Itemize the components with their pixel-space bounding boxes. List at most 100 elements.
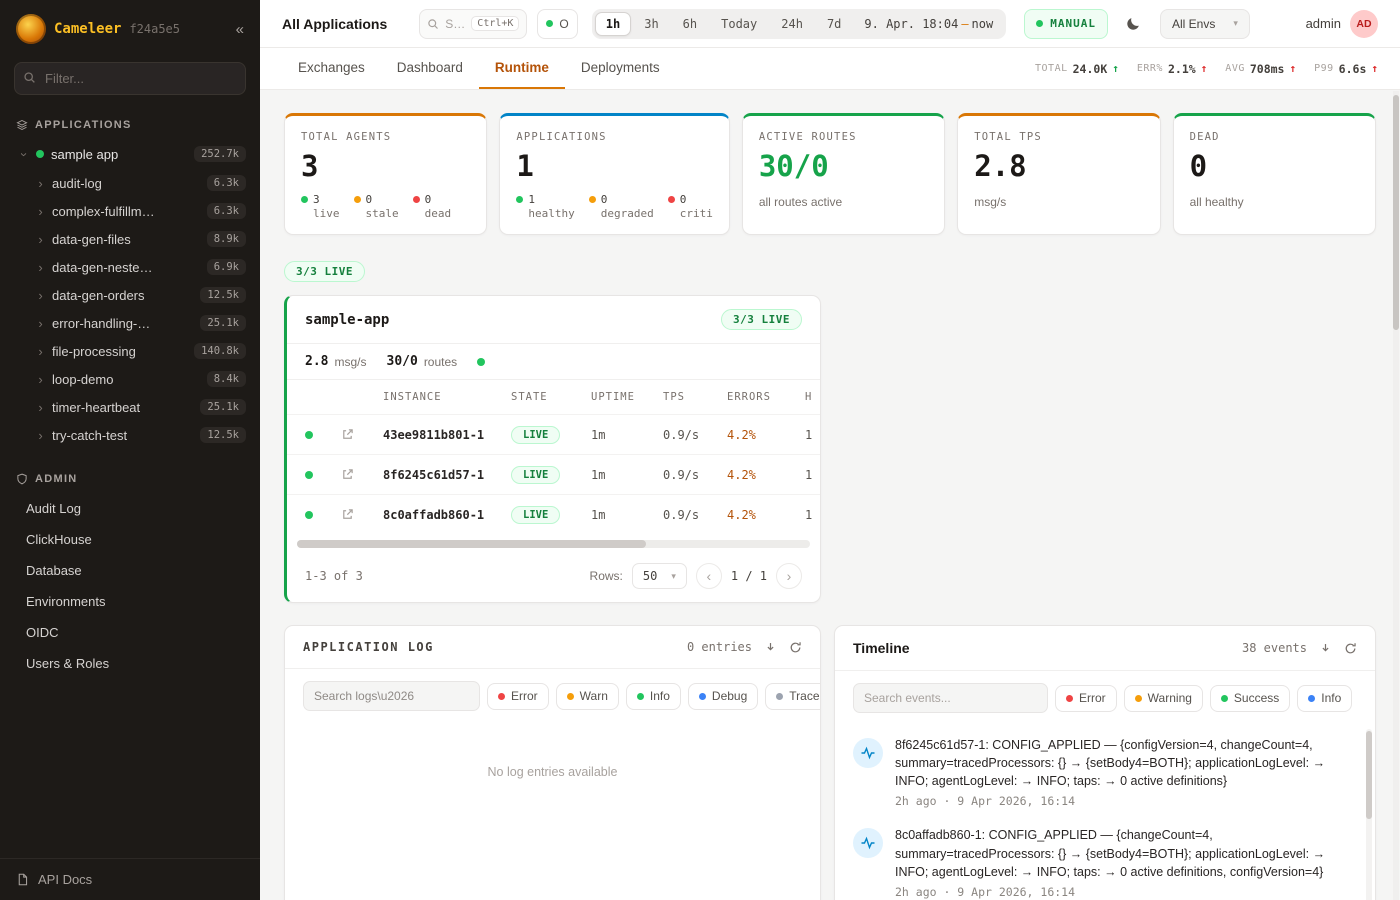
scrollbar-thumb[interactable]: [1366, 731, 1372, 819]
sidebar-item-error-handling[interactable]: ›error-handling-…25.1k: [0, 309, 260, 337]
range-button-1h[interactable]: 1h: [595, 12, 631, 36]
timeline-filter-success[interactable]: Success: [1210, 685, 1290, 712]
sidebar-collapse-button[interactable]: «: [236, 21, 244, 38]
api-docs-link[interactable]: API Docs: [0, 858, 260, 900]
stat-card-dead: DEAD 0 all healthy: [1173, 113, 1376, 235]
admin-item-oidc[interactable]: OIDC: [0, 617, 260, 648]
timeline-filter-info[interactable]: Info: [1297, 685, 1352, 712]
sidebar-item-loop-demo[interactable]: ›loop-demo8.4k: [0, 365, 260, 393]
tab-runtime[interactable]: Runtime: [479, 48, 565, 89]
tps-value: 2.8: [305, 354, 328, 369]
timeline-search-input[interactable]: [853, 683, 1048, 713]
rows-per-page-select[interactable]: 50▾: [632, 563, 687, 589]
range-button-today[interactable]: Today: [710, 12, 768, 36]
manual-mode-button[interactable]: MANUAL: [1024, 9, 1108, 39]
sidebar: Cameleer f24a5e5 « APPLICATIONS › sample…: [0, 0, 260, 900]
sidebar-item-sample-app[interactable]: › sample app 252.7k: [0, 139, 260, 169]
range-button-6h[interactable]: 6h: [672, 12, 708, 36]
tab-deployments[interactable]: Deployments: [565, 48, 676, 89]
external-link-icon[interactable]: [341, 468, 383, 481]
count-badge: 140.8k: [194, 343, 246, 359]
log-filter-info[interactable]: Info: [626, 683, 681, 710]
header-stats: TOTAL24.0K↑ ERR%2.1%↑ AVG708ms↑ P996.6s↑: [1035, 48, 1378, 89]
sub-dead: 0dead: [413, 193, 452, 220]
log-empty-state: No log entries available: [285, 723, 820, 779]
page-indicator: 1 / 1: [731, 569, 767, 583]
admin-item-environments[interactable]: Environments: [0, 586, 260, 617]
extra-value: 1: [805, 428, 821, 442]
trend-up-icon: ↑: [1289, 62, 1296, 75]
refresh-icon[interactable]: [1344, 642, 1357, 655]
env-dropdown[interactable]: All Envs ▾: [1160, 9, 1250, 39]
log-filter-warn[interactable]: Warn: [556, 683, 619, 710]
table-row[interactable]: 43ee9811b801-1 LIVE 1m 0.9/s 4.2% 1: [287, 414, 820, 454]
stat-card-title: APPLICATIONS: [516, 131, 712, 143]
application-name[interactable]: sample-app: [305, 312, 389, 328]
timeline-event[interactable]: 8c0affadb860-1: CONFIG_APPLIED — {change…: [853, 817, 1355, 900]
env-dropdown-value: All Envs: [1172, 17, 1215, 31]
count-badge: 252.7k: [194, 146, 246, 162]
timeline-filter-error[interactable]: Error: [1055, 685, 1117, 712]
log-filter-debug[interactable]: Debug: [688, 683, 758, 710]
sidebar-item-data-gen-files[interactable]: ›data-gen-files8.9k: [0, 225, 260, 253]
stat-card-subtext: all routes active: [759, 195, 928, 209]
log-search-input[interactable]: [303, 681, 480, 711]
table-row[interactable]: 8c0affadb860-1 LIVE 1m 0.9/s 4.2% 1: [287, 494, 820, 534]
sidebar-item-audit-log[interactable]: ›audit-log6.3k: [0, 169, 260, 197]
user-name: admin: [1306, 16, 1341, 31]
count-badge: 6.3k: [207, 175, 246, 191]
admin-item-audit-log[interactable]: Audit Log: [0, 493, 260, 524]
live-summary-chip[interactable]: 3/3 LIVE: [284, 261, 365, 282]
table-row[interactable]: 8f6245c61d57-1 LIVE 1m 0.9/s 4.2% 1: [287, 454, 820, 494]
dark-mode-toggle[interactable]: [1118, 9, 1150, 39]
refresh-icon[interactable]: [789, 641, 802, 654]
stat-card-title: TOTAL TPS: [974, 131, 1143, 143]
tab-exchanges[interactable]: Exchanges: [282, 48, 381, 89]
prev-page-button[interactable]: ‹: [696, 563, 722, 589]
admin-item-database[interactable]: Database: [0, 555, 260, 586]
online-indicator[interactable]: O: [537, 9, 577, 39]
sidebar-item-data-gen-nested[interactable]: ›data-gen-neste…6.9k: [0, 253, 260, 281]
admin-item-users-roles[interactable]: Users & Roles: [0, 648, 260, 679]
col-state: STATE: [511, 391, 591, 403]
tree-item-label: data-gen-files: [52, 232, 131, 247]
scrollbar-thumb[interactable]: [1393, 95, 1399, 330]
filter-input[interactable]: [14, 62, 246, 95]
admin-item-clickhouse[interactable]: ClickHouse: [0, 524, 260, 555]
timeline-filter-warning[interactable]: Warning: [1124, 685, 1203, 712]
avatar[interactable]: AD: [1350, 10, 1378, 38]
sidebar-item-file-processing[interactable]: ›file-processing140.8k: [0, 337, 260, 365]
external-link-icon[interactable]: [341, 428, 383, 441]
timeline-event[interactable]: 8f6245c61d57-1: CONFIG_APPLIED — {config…: [853, 727, 1355, 817]
tree-item-label: try-catch-test: [52, 428, 127, 443]
scrollbar-thumb[interactable]: [297, 540, 646, 548]
sidebar-item-try-catch-test[interactable]: ›try-catch-test12.5k: [0, 421, 260, 449]
range-button-3h[interactable]: 3h: [633, 12, 669, 36]
routes-value: 30/0: [387, 354, 418, 369]
count-badge: 25.1k: [200, 315, 246, 331]
tab-dashboard[interactable]: Dashboard: [381, 48, 479, 89]
document-icon: [16, 873, 29, 886]
range-button-7d[interactable]: 7d: [816, 12, 852, 36]
sidebar-item-timer-heartbeat[interactable]: ›timer-heartbeat25.1k: [0, 393, 260, 421]
tabbar: Exchanges Dashboard Runtime Deployments …: [260, 48, 1400, 90]
download-icon[interactable]: [764, 641, 777, 654]
uptime-value: 1m: [591, 508, 663, 522]
range-button-24h[interactable]: 24h: [770, 12, 814, 36]
log-filter-trace[interactable]: Trace: [765, 683, 821, 710]
download-icon[interactable]: [1319, 642, 1332, 655]
log-panel-title: APPLICATION LOG: [303, 640, 434, 654]
next-page-button[interactable]: ›: [776, 563, 802, 589]
log-filter-error[interactable]: Error: [487, 683, 549, 710]
stat-card-title: ACTIVE ROUTES: [759, 131, 928, 143]
avatar-initials: AD: [1356, 18, 1371, 30]
count-badge: 8.4k: [207, 371, 246, 387]
errors-value: 4.2%: [727, 508, 805, 522]
stat-card-title: TOTAL AGENTS: [301, 131, 470, 143]
global-search[interactable]: S… Ctrl+K: [419, 9, 527, 39]
sidebar-item-complex-fulfillment[interactable]: ›complex-fulfillm…6.3k: [0, 197, 260, 225]
sidebar-item-data-gen-orders[interactable]: ›data-gen-orders12.5k: [0, 281, 260, 309]
external-link-icon[interactable]: [341, 508, 383, 521]
date-range-display[interactable]: 9. Apr. 18:04—now: [854, 17, 1003, 31]
trend-up-icon: ↑: [1371, 62, 1378, 75]
